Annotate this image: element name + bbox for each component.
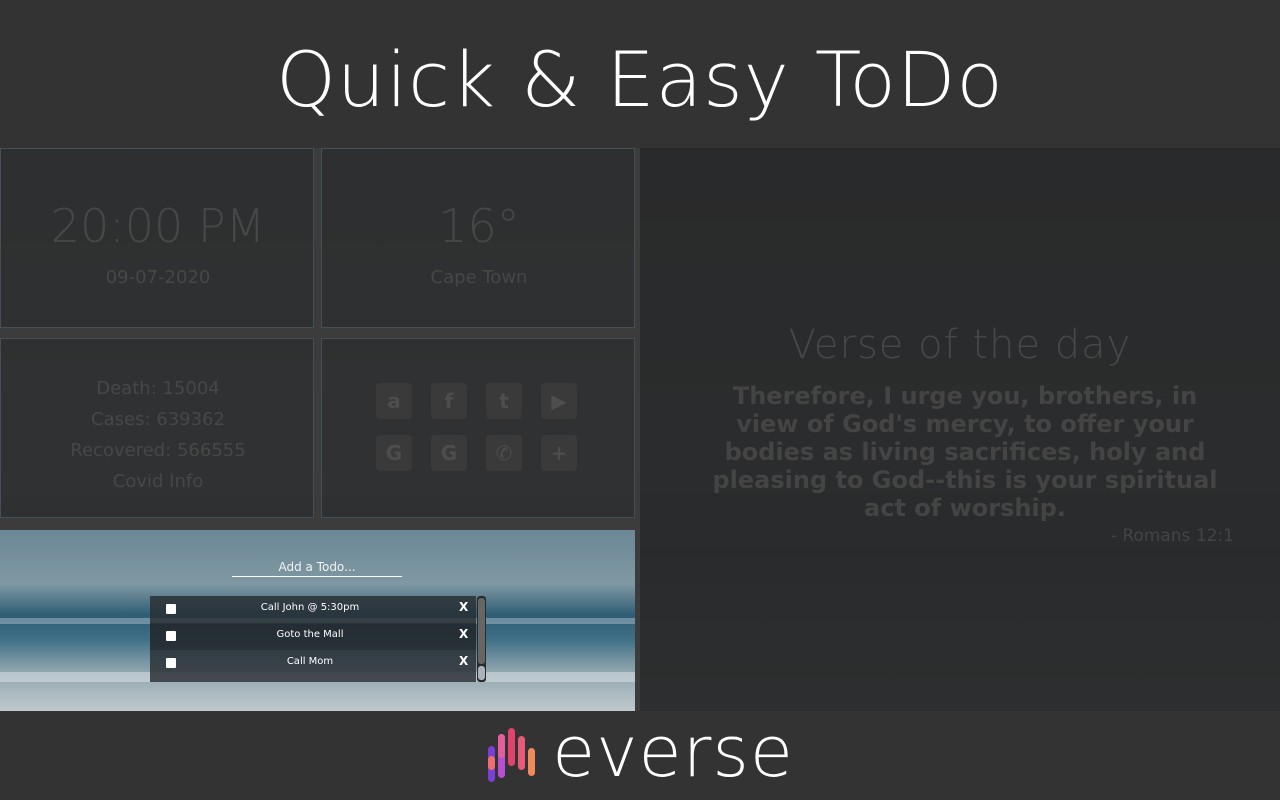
app-screenshot: 20:00 PM 09-07-2020 16° Cape Town Death:…: [0, 148, 1280, 711]
everse-logo-icon: [488, 727, 536, 782]
todo-checkbox[interactable]: [166, 604, 176, 614]
list-item: Call John @ 5:30pm X: [150, 596, 476, 623]
todo-text: Call Mom: [286, 656, 334, 667]
todo-scrollbar[interactable]: [477, 596, 486, 682]
covid-recovered: Recovered: 566555: [70, 440, 246, 461]
list-item: Goto the Mall X: [150, 623, 476, 650]
delete-todo-button[interactable]: X: [459, 627, 468, 641]
add-icon[interactable]: +: [541, 435, 577, 471]
verse-reference: - Romans 12:1: [1110, 526, 1234, 546]
list-item: Call Mom X: [150, 650, 476, 677]
whatsapp-icon[interactable]: ✆: [486, 435, 522, 471]
header: Quick & Easy ToDo: [0, 0, 1280, 148]
youtube-icon[interactable]: ▶: [541, 383, 577, 419]
verse-title: Verse of the day: [788, 322, 1132, 368]
page-title: Quick & Easy ToDo: [276, 35, 1004, 124]
google-icon[interactable]: G: [431, 435, 467, 471]
todo-text: Goto the Mall: [276, 629, 344, 640]
delete-todo-button[interactable]: X: [459, 654, 468, 668]
todo-text: Call John @ 5:30pm: [260, 602, 360, 613]
todo-list: Call John @ 5:30pm X Goto the Mall X Cal…: [150, 596, 476, 682]
weather-city: Cape Town: [430, 267, 528, 288]
brand-name: everse: [552, 710, 794, 793]
promo-page: Quick & Easy ToDo 20:00 PM 09-07-2020 16…: [0, 0, 1280, 800]
footer: everse: [0, 711, 1280, 800]
covid-widget: Death: 15004 Cases: 639362 Recovered: 56…: [0, 338, 314, 518]
facebook-icon[interactable]: f: [431, 383, 467, 419]
add-todo-input[interactable]: [232, 558, 402, 577]
clock-date: 09-07-2020: [105, 267, 211, 288]
amazon-icon[interactable]: a: [376, 383, 412, 419]
todo-checkbox[interactable]: [166, 631, 176, 641]
quick-links-widget: a f t ▶ G G ✆ +: [321, 338, 635, 518]
todo-checkbox[interactable]: [166, 658, 176, 668]
clock-time: 20:00 PM: [50, 199, 266, 253]
weather-widget: 16° Cape Town: [321, 148, 635, 328]
covid-death: Death: 15004: [96, 378, 220, 399]
twitter-icon[interactable]: t: [486, 383, 522, 419]
verse-text: Therefore, I urge you, brothers, in view…: [712, 382, 1218, 522]
time-widget: 20:00 PM 09-07-2020: [0, 148, 314, 328]
covid-info-link[interactable]: Covid Info: [1, 466, 313, 497]
covid-cases: Cases: 639362: [91, 409, 225, 430]
verse-widget: Verse of the day Therefore, I urge you, …: [640, 148, 1280, 711]
delete-todo-button[interactable]: X: [459, 600, 468, 614]
weather-temperature: 16°: [438, 199, 520, 253]
google-icon[interactable]: G: [376, 435, 412, 471]
